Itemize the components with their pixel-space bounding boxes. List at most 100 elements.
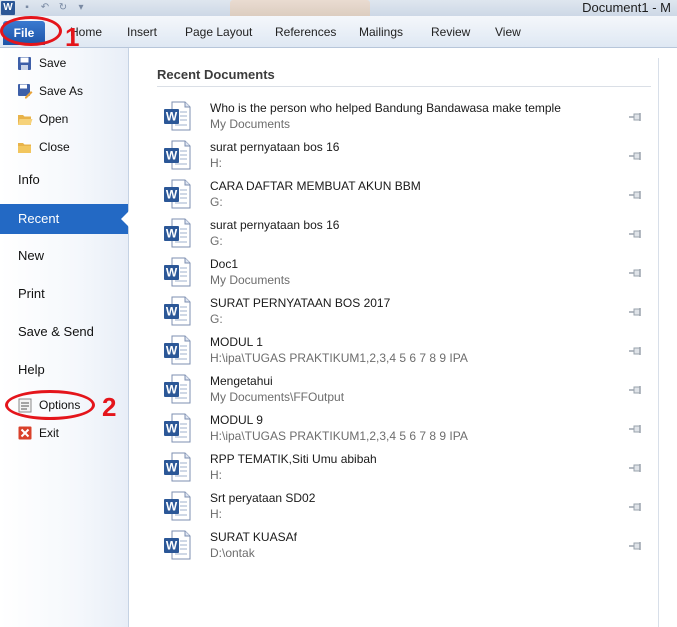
recent-documents-pane: Recent Documents W Who is the person who …: [130, 48, 677, 627]
recent-document-item[interactable]: Wsurat pernyataan bos 16 H:: [157, 135, 651, 173]
save-as-icon: [16, 83, 33, 100]
document-path: My Documents: [210, 273, 291, 287]
recent-document-item[interactable]: W Who is the person who helped Bandung Ba…: [157, 96, 651, 134]
word-document-icon: W: [163, 140, 191, 170]
document-path: H:: [210, 507, 222, 521]
tab-page-layout[interactable]: Page Layout: [185, 24, 252, 40]
exit-icon: [16, 425, 33, 442]
qat-undo-icon[interactable]: ↶: [38, 2, 52, 14]
svg-text:W: W: [166, 500, 178, 514]
tab-insert[interactable]: Insert: [127, 24, 157, 40]
background-window-tab: [230, 0, 370, 16]
recent-document-item[interactable]: W RPP TEMATIK,Siti Umu abibah H:: [157, 447, 651, 485]
save-label: Save: [39, 56, 67, 70]
svg-text:W: W: [166, 149, 178, 163]
nav-recent[interactable]: Recent: [0, 204, 129, 234]
tab-view[interactable]: View: [495, 24, 521, 40]
open-label: Open: [39, 112, 69, 126]
recent-document-item[interactable]: W SURAT PERNYATAAN BOS 2017 G:: [157, 291, 651, 329]
nav-info[interactable]: Info: [18, 169, 40, 191]
nav-help[interactable]: Help: [18, 359, 45, 381]
document-path: My Documents\FFOutput: [210, 390, 345, 404]
recent-document-item[interactable]: W Mengetahui My Documents\FFOutput: [157, 369, 651, 407]
pin-icon[interactable]: [629, 189, 643, 199]
svg-text:W: W: [166, 305, 178, 319]
svg-text:W: W: [166, 110, 178, 124]
tab-review[interactable]: Review: [431, 24, 470, 40]
pin-icon[interactable]: [629, 150, 643, 160]
document-name: surat pernyataan bos 16: [210, 218, 340, 232]
recent-documents-title: Recent Documents: [157, 67, 275, 82]
recent-document-item[interactable]: W Doc1 My Documents: [157, 252, 651, 290]
ribbon-tab-row: File Home Insert Page Layout References …: [0, 16, 677, 48]
svg-text:W: W: [166, 227, 178, 241]
nav-save-and-send[interactable]: Save & Send: [18, 321, 94, 343]
document-path: G:: [210, 312, 223, 326]
word-document-icon: W: [163, 530, 191, 560]
word-document-icon: W: [163, 413, 191, 443]
nav-print[interactable]: Print: [18, 283, 45, 305]
title-bar: W ▪ ↶ ↻ ▾ Document1 - M: [0, 0, 677, 16]
annotation-circle-1: [0, 16, 62, 46]
pin-icon[interactable]: [629, 345, 643, 355]
pin-icon[interactable]: [629, 111, 643, 121]
save-as-label: Save As: [39, 84, 84, 98]
document-path: H:: [210, 468, 222, 482]
word-document-icon: W: [163, 374, 191, 404]
pin-icon[interactable]: [629, 540, 643, 550]
document-name: MODUL 9: [210, 413, 263, 427]
annotation-circle-2: [5, 390, 95, 420]
document-name: MODUL 1: [210, 335, 263, 349]
document-path: D:\ontak: [210, 546, 255, 560]
pin-icon[interactable]: [629, 423, 643, 433]
open-folder-icon: [16, 111, 33, 128]
document-name: Who is the person who helped Bandung Ban…: [210, 101, 561, 115]
section-divider: [157, 86, 651, 87]
tab-references[interactable]: References: [275, 24, 336, 40]
recent-document-item[interactable]: W SURAT KUASAf D:\ontak: [157, 525, 651, 563]
pin-icon[interactable]: [629, 384, 643, 394]
pin-icon[interactable]: [629, 228, 643, 238]
svg-text:W: W: [166, 383, 178, 397]
document-name: RPP TEMATIK,Siti Umu abibah: [210, 452, 377, 466]
save-command[interactable]: Save: [16, 53, 66, 73]
document-path: H:: [210, 156, 222, 170]
quick-access-toolbar: ▪ ↶ ↻ ▾: [20, 0, 88, 16]
pin-icon[interactable]: [629, 267, 643, 277]
window-title: Document1 - M: [582, 0, 671, 15]
close-label: Close: [39, 140, 70, 154]
qat-customize-icon[interactable]: ▾: [74, 2, 88, 14]
word-document-icon: W: [163, 452, 191, 482]
word-document-icon: W: [163, 491, 191, 521]
close-folder-icon: [16, 139, 33, 156]
qat-save-icon[interactable]: ▪: [20, 2, 34, 14]
pin-icon[interactable]: [629, 462, 643, 472]
svg-text:W: W: [166, 539, 178, 553]
recent-document-item[interactable]: W CARA DAFTAR MEMBUAT AKUN BBM G:: [157, 174, 651, 212]
pin-icon[interactable]: [629, 306, 643, 316]
exit-command[interactable]: Exit: [16, 423, 59, 443]
pin-icon[interactable]: [629, 501, 643, 511]
recent-document-item[interactable]: W MODUL 9 H:\ipa\TUGAS PRAKTIKUM1,2,3,4 5 …: [157, 408, 651, 446]
document-name: SURAT KUASAf: [210, 530, 297, 544]
word-document-icon: W: [163, 296, 191, 326]
recent-document-item[interactable]: W MODUL 1 H:\ipa\TUGAS PRAKTIKUM1,2,3,4 5 …: [157, 330, 651, 368]
qat-redo-icon[interactable]: ↻: [56, 2, 70, 14]
tab-mailings[interactable]: Mailings: [359, 24, 403, 40]
recent-document-item[interactable]: Wsurat pernyataan bos 16 G:: [157, 213, 651, 251]
document-path: G:: [210, 195, 223, 209]
close-command[interactable]: Close: [16, 137, 70, 157]
nav-new[interactable]: New: [18, 245, 44, 267]
word-document-icon: W: [163, 218, 191, 248]
open-command[interactable]: Open: [16, 109, 68, 129]
recent-document-item[interactable]: W Srt peryataan SD02 H:: [157, 486, 651, 524]
nav-recent-label: Recent: [18, 211, 60, 226]
svg-text:W: W: [166, 188, 178, 202]
document-path: H:\ipa\TUGAS PRAKTIKUM1,2,3,4 5 6 7 8 9 …: [210, 351, 468, 365]
save-as-command[interactable]: Save As: [16, 81, 83, 101]
pane-divider: [658, 58, 659, 627]
backstage-navigation: Save Save As Open Close Info Recent New …: [0, 48, 129, 627]
document-path: H:\ipa\TUGAS PRAKTIKUM1,2,3,4 5 6 7 8 9 …: [210, 429, 468, 443]
word-app-icon[interactable]: W: [1, 1, 15, 15]
document-name: Srt peryataan SD02: [210, 491, 316, 505]
